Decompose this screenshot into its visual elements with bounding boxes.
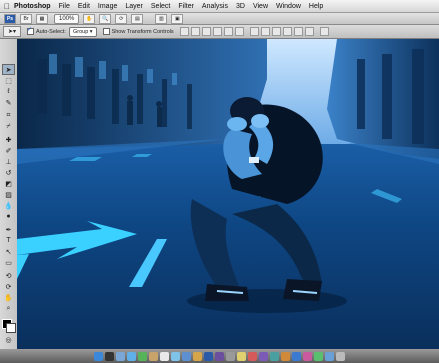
grid-icon[interactable]: ▤ xyxy=(131,13,144,24)
distribute-hcenter-icon[interactable] xyxy=(293,27,303,36)
brush-tool-icon[interactable]: ✐ xyxy=(3,146,14,155)
background-color-swatch[interactable] xyxy=(6,323,16,333)
menu-bar:  Photoshop File Edit Image Layer Select… xyxy=(0,0,439,13)
ical-icon[interactable] xyxy=(160,351,169,361)
distribute-bottom-icon[interactable] xyxy=(271,27,281,36)
gradient-tool-icon[interactable]: ▨ xyxy=(3,190,14,199)
menu-3d[interactable]: 3D xyxy=(236,3,245,10)
view-extras-icon[interactable]: ▦ xyxy=(36,13,48,24)
show-transform-label: Show Transform Controls xyxy=(111,28,174,35)
bridge-icon[interactable]: Br xyxy=(20,13,32,24)
menu-window[interactable]: Window xyxy=(276,3,301,10)
align-bottom-icon[interactable] xyxy=(201,27,211,36)
iphoto-icon[interactable] xyxy=(193,351,202,361)
mac-dock xyxy=(0,349,439,363)
zoom-level-select[interactable]: 100% xyxy=(54,13,80,24)
system-preferences-icon[interactable] xyxy=(226,351,235,361)
app-6-icon[interactable] xyxy=(292,351,301,361)
distribute-top-icon[interactable] xyxy=(249,27,259,36)
menu-analysis[interactable]: Analysis xyxy=(202,3,228,10)
type-tool-icon[interactable]: T xyxy=(3,236,14,245)
screen-mode-icon[interactable]: ▣ xyxy=(171,13,184,24)
menu-help[interactable]: Help xyxy=(309,3,323,10)
itunes-icon[interactable] xyxy=(182,351,191,361)
menu-image[interactable]: Image xyxy=(98,3,117,10)
folder-icon[interactable] xyxy=(325,351,334,361)
app-1-icon[interactable] xyxy=(237,351,246,361)
align-hcenter-icon[interactable] xyxy=(223,27,233,36)
mail-icon[interactable] xyxy=(116,351,125,361)
menu-view[interactable]: View xyxy=(253,3,268,10)
app-7-icon[interactable] xyxy=(303,351,312,361)
apple-icon[interactable]:  xyxy=(0,2,14,11)
healing-brush-tool-icon[interactable]: ✚ xyxy=(3,135,14,144)
document-canvas[interactable] xyxy=(17,39,439,349)
preview-icon[interactable] xyxy=(171,351,180,361)
tool-options-bar: ➤▾ Auto-Select: Group ▾ Show Transform C… xyxy=(0,25,439,39)
align-left-icon[interactable] xyxy=(212,27,222,36)
zoom-tool-icon[interactable]: ⌕ xyxy=(3,304,14,313)
move-tool-icon[interactable]: ➤ xyxy=(2,64,15,75)
3d-orbit-tool-icon[interactable]: ⟳ xyxy=(3,282,14,291)
arrange-documents-icon[interactable]: ▥ xyxy=(155,13,168,24)
app-menu[interactable]: Photoshop xyxy=(14,3,51,10)
bridge-app-icon[interactable] xyxy=(215,351,224,361)
toolbox: ➤ ⬚ ℓ ✎ ⌗ ⌿ ✚ ✐ ⊥ ↺ ◩ ▨ 💧 ● ✒ T ↖ ▭ ⟲ ⟳ … xyxy=(0,39,18,349)
crop-tool-icon[interactable]: ⌗ xyxy=(3,111,14,120)
ps-logo-icon: Ps xyxy=(4,13,16,24)
auto-select-checkbox[interactable] xyxy=(27,26,34,35)
auto-select-mode-select[interactable]: Group ▾ xyxy=(68,26,97,37)
align-top-icon[interactable] xyxy=(179,27,189,36)
photo-blue-tinted xyxy=(17,39,439,349)
lasso-tool-icon[interactable]: ℓ xyxy=(3,87,14,96)
safari-icon[interactable] xyxy=(127,351,136,361)
distribute-right-icon[interactable] xyxy=(304,27,314,36)
dodge-tool-icon[interactable]: ● xyxy=(3,212,14,221)
marquee-tool-icon[interactable]: ⬚ xyxy=(3,76,14,85)
hand-tool-icon[interactable]: ✋ xyxy=(3,293,14,302)
app-2-icon[interactable] xyxy=(248,351,257,361)
quick-select-tool-icon[interactable]: ✎ xyxy=(3,98,14,107)
hand-icon[interactable]: ✋ xyxy=(83,13,96,24)
3d-rotate-tool-icon[interactable]: ⟲ xyxy=(3,271,14,280)
show-transform-checkbox[interactable] xyxy=(102,28,110,35)
blur-tool-icon[interactable]: 💧 xyxy=(3,201,14,210)
app-5-icon[interactable] xyxy=(281,351,290,361)
auto-align-layers-icon[interactable] xyxy=(319,27,329,36)
align-vcenter-icon[interactable] xyxy=(190,27,200,36)
app-4-icon[interactable] xyxy=(270,351,279,361)
ichat-icon[interactable] xyxy=(138,351,147,361)
zoom-icon[interactable]: 🔍 xyxy=(99,13,112,24)
menu-filter[interactable]: Filter xyxy=(178,3,194,10)
trash-icon[interactable] xyxy=(336,351,345,361)
finder-icon[interactable] xyxy=(94,351,103,361)
menu-select[interactable]: Select xyxy=(151,3,170,10)
eyedropper-tool-icon[interactable]: ⌿ xyxy=(3,122,14,131)
align-right-icon[interactable] xyxy=(234,27,244,36)
quick-mask-icon[interactable]: ◎ xyxy=(3,335,14,344)
application-bar: Ps Br ▦ 100% ✋ 🔍 ⟳ ▤ ▥ ▣ xyxy=(0,13,439,25)
clone-stamp-tool-icon[interactable]: ⊥ xyxy=(3,157,14,166)
photoshop-icon[interactable] xyxy=(204,351,213,361)
address-book-icon[interactable] xyxy=(149,351,158,361)
dashboard-icon[interactable] xyxy=(105,351,114,361)
distribute-vcenter-icon[interactable] xyxy=(260,27,270,36)
eraser-tool-icon[interactable]: ◩ xyxy=(3,179,14,188)
auto-select-label: Auto-Select: xyxy=(36,28,66,35)
move-tool-preset-icon[interactable]: ➤▾ xyxy=(3,26,21,37)
shape-tool-icon[interactable]: ▭ xyxy=(3,258,14,267)
history-brush-tool-icon[interactable]: ↺ xyxy=(3,168,14,177)
menu-file[interactable]: File xyxy=(59,3,70,10)
app-3-icon[interactable] xyxy=(259,351,268,361)
menu-layer[interactable]: Layer xyxy=(125,3,143,10)
pen-tool-icon[interactable]: ✒ xyxy=(3,225,14,234)
rotate-view-icon[interactable]: ⟳ xyxy=(115,13,128,24)
menu-edit[interactable]: Edit xyxy=(78,3,90,10)
app-8-icon[interactable] xyxy=(314,351,323,361)
path-select-tool-icon[interactable]: ↖ xyxy=(3,247,14,256)
distribute-left-icon[interactable] xyxy=(282,27,292,36)
